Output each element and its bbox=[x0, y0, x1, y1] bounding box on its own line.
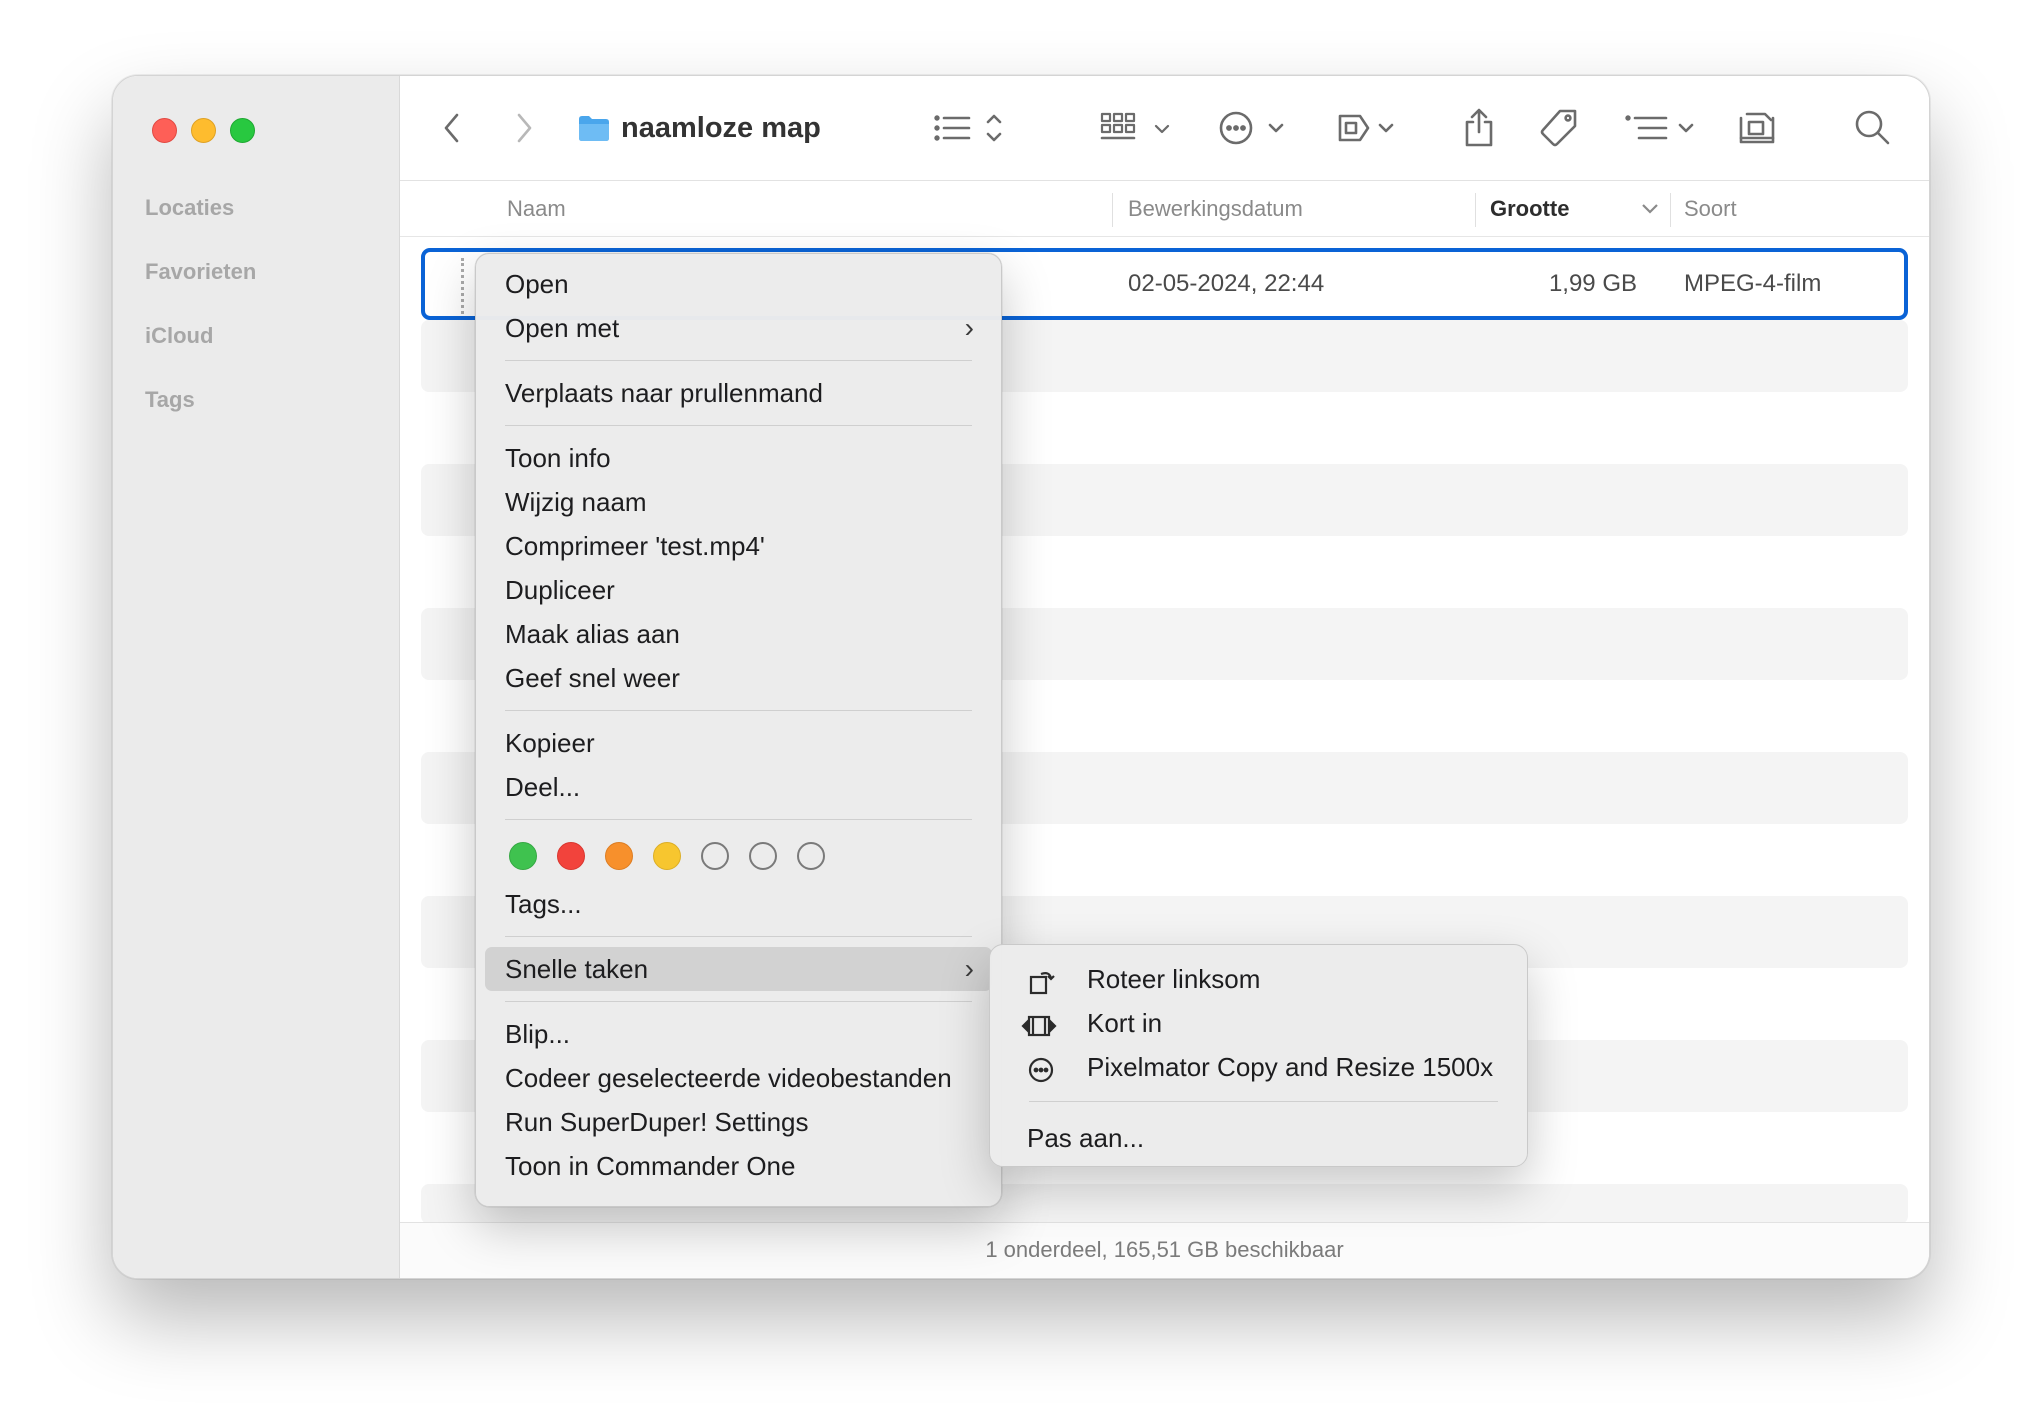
chevron-right-icon: › bbox=[964, 953, 974, 984]
column-date[interactable]: Bewerkingsdatum bbox=[1128, 181, 1303, 237]
forward-icon bbox=[517, 113, 532, 143]
menu-encode[interactable]: Codeer geselecteerde videobestanden bbox=[485, 1056, 992, 1100]
submenu-rotate[interactable]: Roteer linksom bbox=[999, 957, 1518, 1001]
close-button[interactable] bbox=[152, 118, 177, 143]
menu-separator bbox=[505, 425, 972, 426]
tag-button[interactable] bbox=[1538, 106, 1580, 150]
context-menu: Open Open met › Verplaats naar prullenma… bbox=[475, 253, 1002, 1207]
menu-separator bbox=[505, 936, 972, 937]
group-icon bbox=[1625, 115, 1694, 140]
search-button[interactable] bbox=[1853, 106, 1893, 150]
chevron-right-icon: › bbox=[964, 312, 974, 343]
tag-icon bbox=[1540, 109, 1577, 147]
menu-separator bbox=[505, 1001, 972, 1002]
preview-button[interactable] bbox=[1336, 106, 1402, 150]
menu-commander[interactable]: Toon in Commander One bbox=[485, 1144, 992, 1188]
sort-chevron-icon[interactable] bbox=[1640, 181, 1660, 237]
forward-button[interactable] bbox=[512, 106, 536, 150]
actions-button[interactable] bbox=[1218, 106, 1290, 150]
tag-none-3[interactable] bbox=[797, 842, 825, 870]
window-title: naamloze map bbox=[577, 106, 821, 150]
menu-trash[interactable]: Verplaats naar prullenmand bbox=[485, 371, 992, 415]
rotate-left-icon bbox=[1027, 965, 1057, 995]
list-view-icon bbox=[934, 114, 1002, 142]
more-actions-icon bbox=[1219, 111, 1284, 145]
menu-separator bbox=[1029, 1101, 1498, 1102]
sidebar-section-locaties[interactable]: Locaties bbox=[145, 188, 256, 252]
tag-red[interactable] bbox=[557, 842, 585, 870]
menu-open-with[interactable]: Open met › bbox=[485, 306, 992, 350]
trim-icon bbox=[1021, 1009, 1057, 1037]
search-icon bbox=[1855, 110, 1890, 145]
group-button[interactable] bbox=[1624, 106, 1700, 150]
group-view-button[interactable] bbox=[1100, 106, 1172, 150]
tag-color-row bbox=[485, 830, 992, 882]
menu-quick-actions-label: Snelle taken bbox=[505, 954, 649, 984]
sidebar-section-icloud[interactable]: iCloud bbox=[145, 316, 256, 380]
share-button[interactable] bbox=[1461, 106, 1497, 150]
submenu-trim-label: Kort in bbox=[1087, 1008, 1163, 1038]
file-size: 1,99 GB bbox=[1548, 270, 1637, 297]
menu-alias[interactable]: Maak alias aan bbox=[485, 612, 992, 656]
submenu-pixelmator[interactable]: Pixelmator Copy and Resize 1500x bbox=[999, 1045, 1518, 1089]
file-icon bbox=[461, 258, 475, 314]
quick-actions-submenu: Roteer linksom Kort in Pixelmator Copy a… bbox=[989, 944, 1528, 1167]
tag-none-1[interactable] bbox=[701, 842, 729, 870]
menu-info[interactable]: Toon info bbox=[485, 436, 992, 480]
minimize-button[interactable] bbox=[191, 118, 216, 143]
submenu-rotate-label: Roteer linksom bbox=[1087, 964, 1261, 994]
menu-separator bbox=[505, 710, 972, 711]
column-divider[interactable] bbox=[1475, 193, 1476, 227]
menu-copy[interactable]: Kopieer bbox=[485, 721, 992, 765]
submenu-pixelmator-label: Pixelmator Copy and Resize 1500x bbox=[1087, 1052, 1494, 1082]
status-bar: 1 onderdeel, 165,51 GB beschikbaar bbox=[400, 1222, 1929, 1278]
column-name[interactable]: Naam bbox=[507, 181, 566, 237]
airdrop-icon bbox=[1739, 112, 1775, 144]
more-circle-icon bbox=[1027, 1053, 1057, 1083]
menu-compress[interactable]: Comprimeer 'test.mp4' bbox=[485, 524, 992, 568]
folder-icon bbox=[579, 116, 609, 141]
toolbar: naamloze map bbox=[400, 76, 1929, 181]
column-header: Naam Bewerkingsdatum Grootte Soort bbox=[400, 181, 1929, 237]
airdrop-button[interactable] bbox=[1735, 106, 1779, 150]
menu-share[interactable]: Deel... bbox=[485, 765, 992, 809]
menu-open-with-label: Open met bbox=[505, 313, 620, 343]
menu-rename[interactable]: Wijzig naam bbox=[485, 480, 992, 524]
file-kind: MPEG-4-film bbox=[1684, 270, 1822, 297]
column-kind[interactable]: Soort bbox=[1684, 181, 1737, 237]
column-divider[interactable] bbox=[1670, 193, 1671, 227]
menu-superduper[interactable]: Run SuperDuper! Settings bbox=[485, 1100, 992, 1144]
sidebar-section-favorieten[interactable]: Favorieten bbox=[145, 252, 256, 316]
submenu-trim[interactable]: Kort in bbox=[999, 1001, 1518, 1045]
menu-tags[interactable]: Tags... bbox=[485, 882, 992, 926]
menu-separator bbox=[505, 360, 972, 361]
menu-quicklook[interactable]: Geef snel weer bbox=[485, 656, 992, 700]
file-date: 02-05-2024, 22:44 bbox=[1128, 270, 1325, 297]
menu-blip[interactable]: Blip... bbox=[485, 1012, 992, 1056]
menu-duplicate[interactable]: Dupliceer bbox=[485, 568, 992, 612]
menu-quick-actions[interactable]: Snelle taken › bbox=[485, 947, 992, 991]
column-divider[interactable] bbox=[1112, 193, 1113, 227]
tag-green[interactable] bbox=[509, 842, 537, 870]
grid-view-icon bbox=[1100, 112, 1170, 140]
window-controls bbox=[152, 118, 255, 143]
tag-orange[interactable] bbox=[605, 842, 633, 870]
menu-separator bbox=[505, 819, 972, 820]
sidebar-section-tags[interactable]: Tags bbox=[145, 380, 256, 444]
list-view-button[interactable] bbox=[933, 106, 1009, 150]
folder-title: naamloze map bbox=[621, 111, 821, 144]
sidebar: Locaties Favorieten iCloud Tags bbox=[113, 76, 400, 1278]
submenu-customize[interactable]: Pas aan... bbox=[999, 1116, 1518, 1160]
back-button[interactable] bbox=[440, 106, 464, 150]
share-icon bbox=[1465, 108, 1493, 147]
preview-icon bbox=[1338, 114, 1394, 142]
tag-none-2[interactable] bbox=[749, 842, 777, 870]
tag-yellow[interactable] bbox=[653, 842, 681, 870]
zoom-button[interactable] bbox=[230, 118, 255, 143]
menu-open[interactable]: Open bbox=[485, 262, 992, 306]
column-size[interactable]: Grootte bbox=[1490, 181, 1569, 237]
back-icon bbox=[444, 113, 459, 143]
